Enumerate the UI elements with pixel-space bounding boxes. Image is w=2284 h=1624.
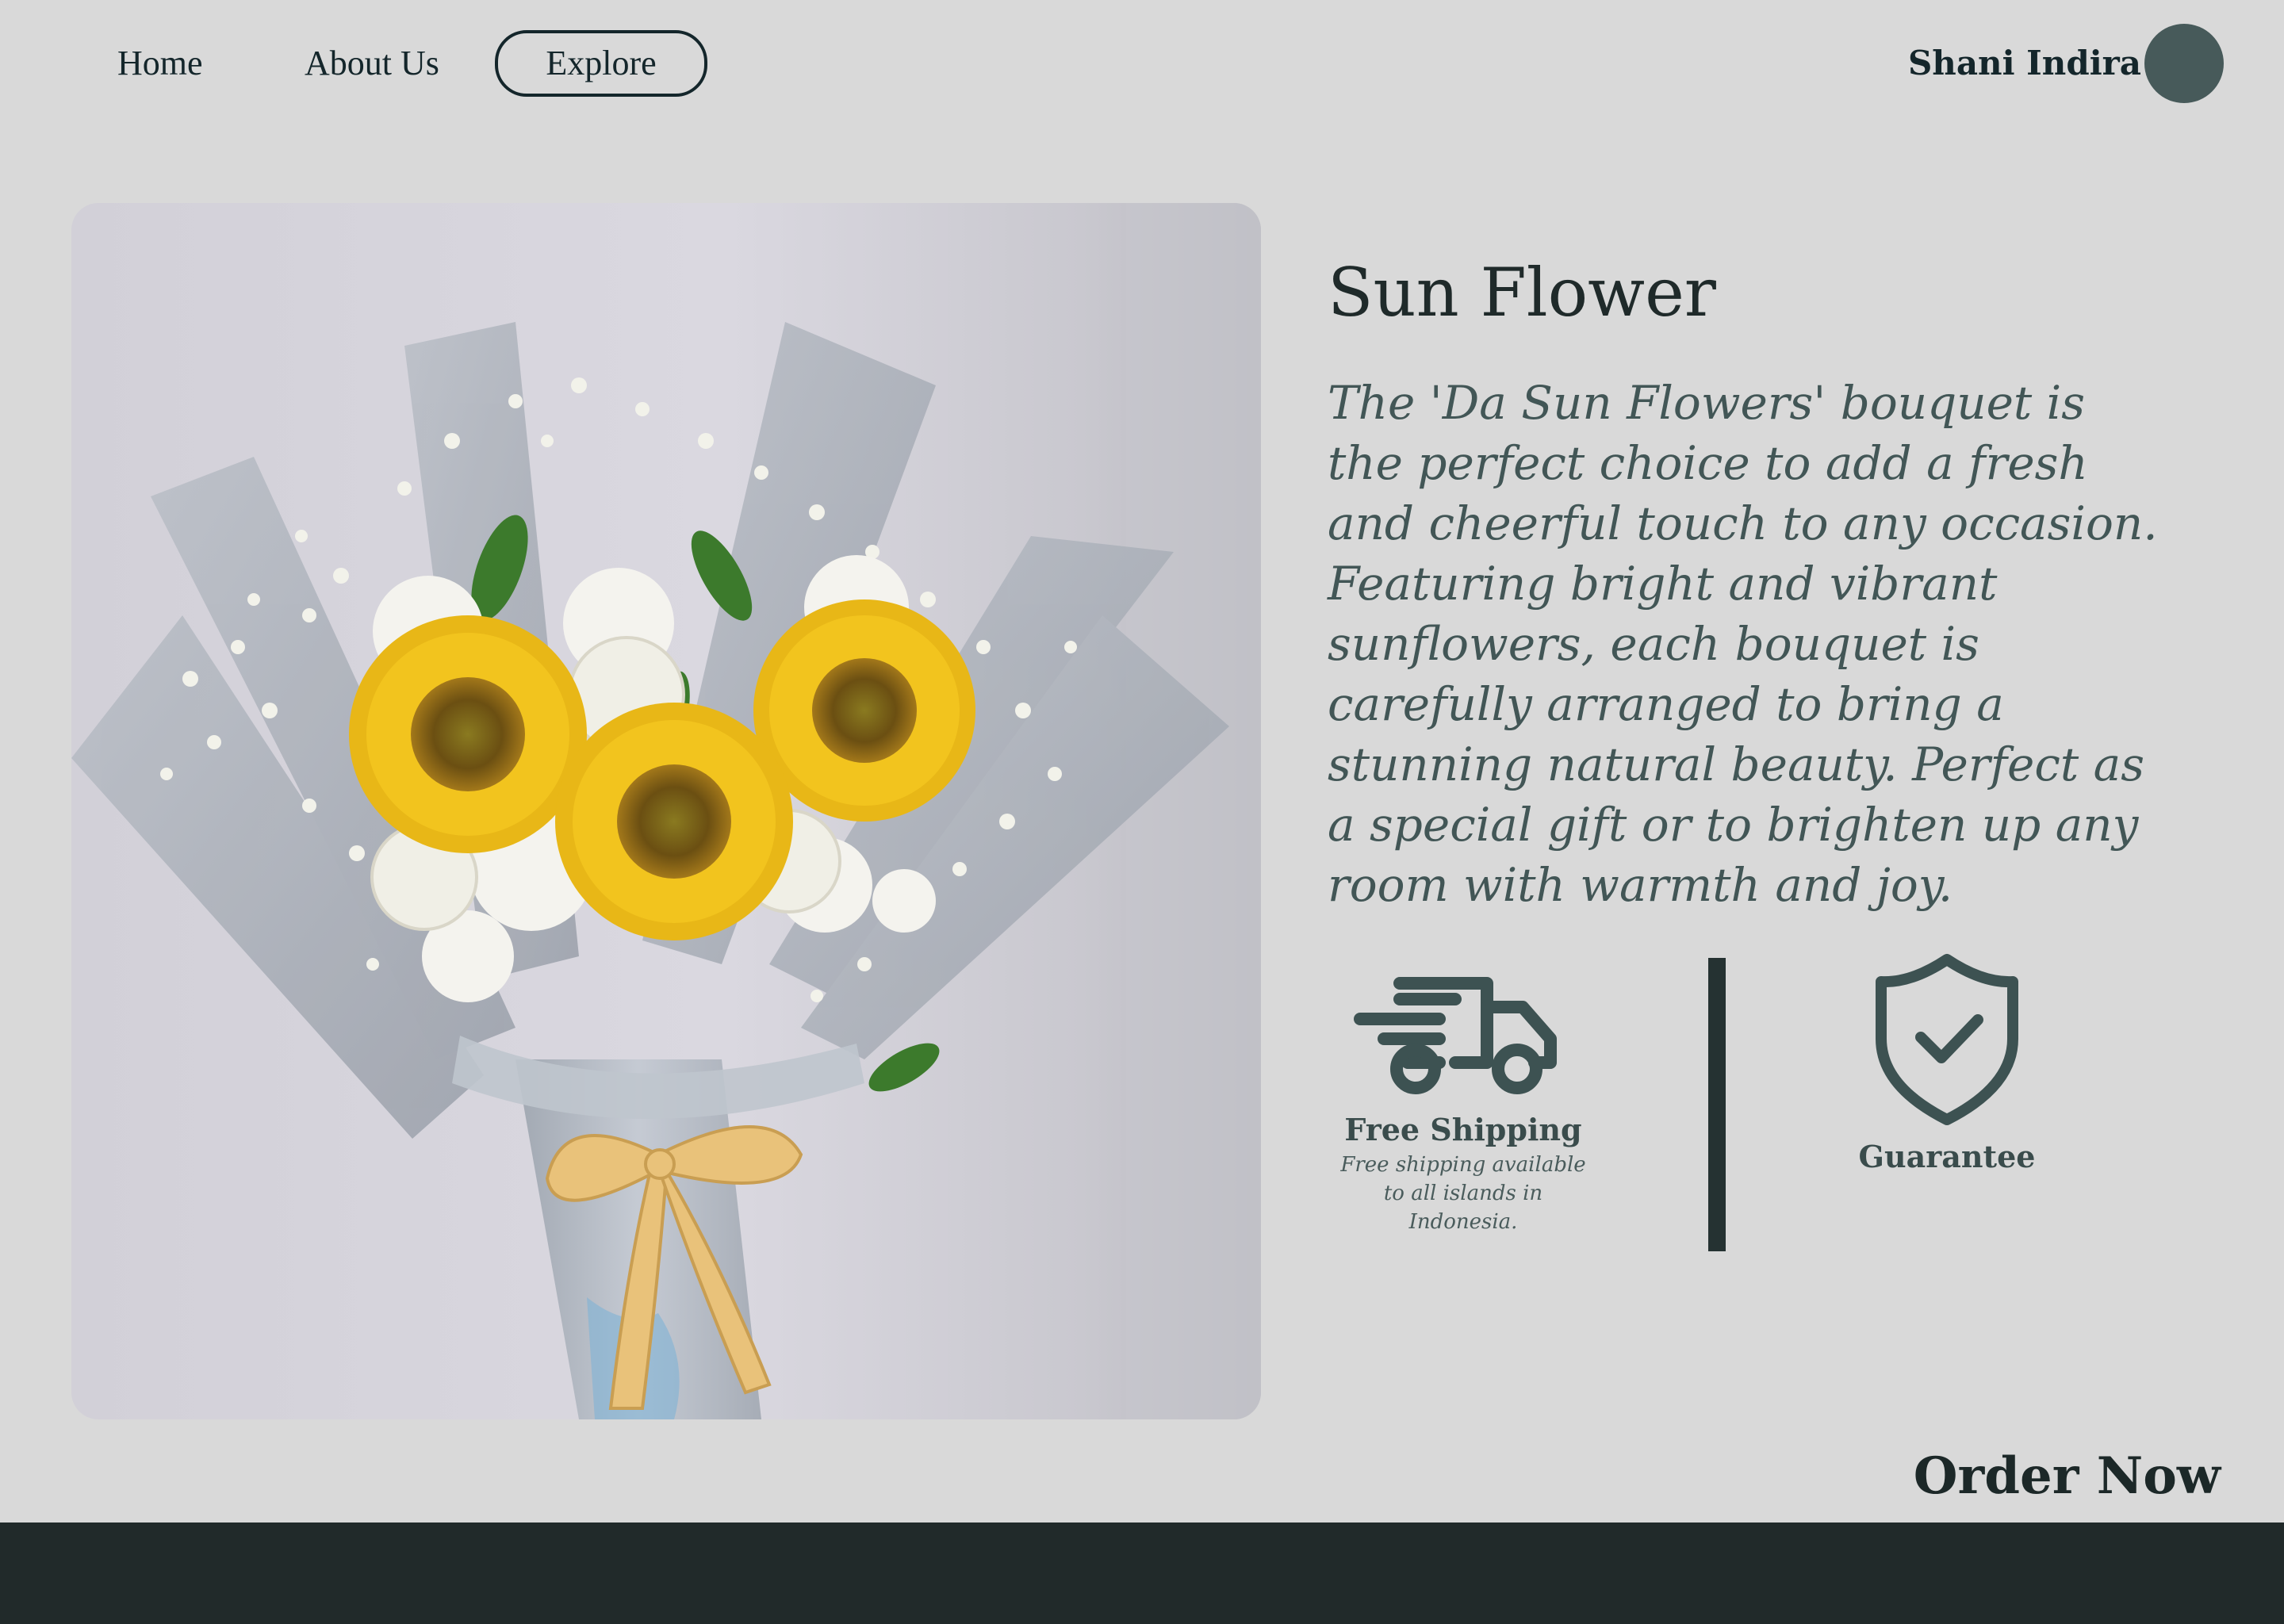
footer [0, 1522, 2284, 1624]
product-title: Sun Flower [1328, 254, 1716, 331]
free-shipping-title: Free Shipping [1344, 1112, 1582, 1147]
delivery-truck-icon [1354, 977, 1557, 1094]
feature-divider [1708, 958, 1726, 1251]
nav-about-link[interactable]: About Us [305, 35, 439, 92]
free-shipping-feature: Free Shipping Free shipping available to… [1332, 975, 1594, 1236]
bouquet-illustration [71, 203, 1261, 1419]
user-name[interactable]: Shani Indira [1908, 35, 2141, 92]
guarantee-title: Guarantee [1858, 1139, 2036, 1174]
avatar[interactable] [2144, 24, 2224, 103]
guarantee-feature: Guarantee [1816, 952, 2078, 1174]
top-navigation: Home About Us Explore Shani Indira [0, 0, 2284, 127]
nav-explore-button[interactable]: Explore [495, 30, 707, 97]
order-now-button[interactable]: Order Now [1914, 1446, 2221, 1506]
nav-home-link[interactable]: Home [117, 35, 203, 92]
product-description: The 'Da Sun Flowers' bouquet is the perf… [1328, 376, 2158, 912]
shield-check-icon [1876, 954, 2018, 1125]
free-shipping-text: Free shipping available to all islands i… [1340, 1153, 1586, 1234]
product-image [71, 203, 1261, 1419]
